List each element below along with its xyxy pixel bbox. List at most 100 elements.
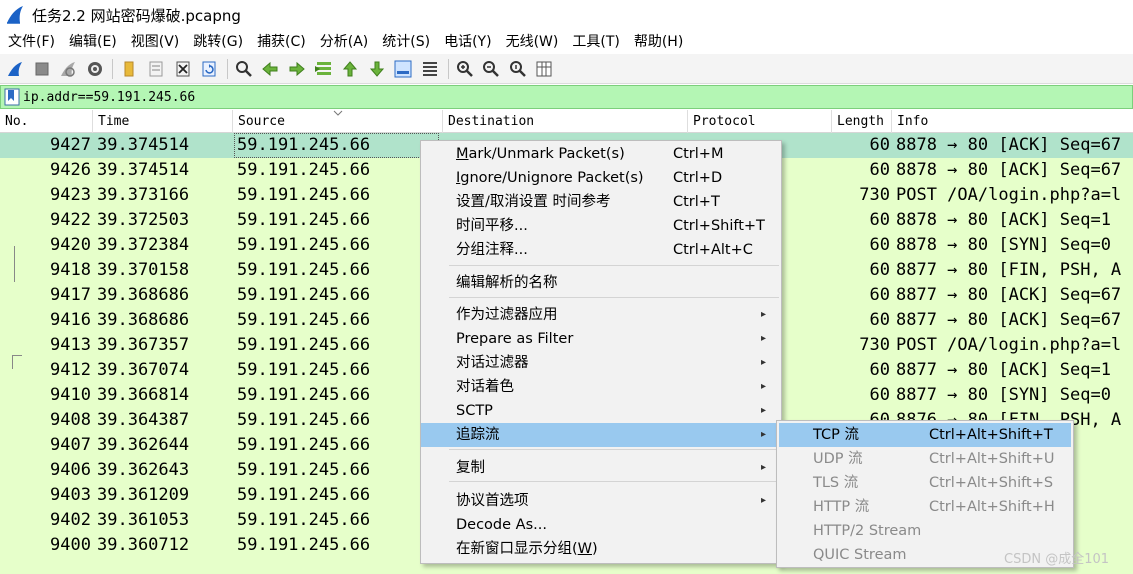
context-menu-item[interactable]: 作为过滤器应用 ▸: [421, 303, 781, 327]
packet-info-cell: 8877 → 80 [ACK] Seq=67: [896, 285, 1122, 305]
menu-item-3[interactable]: 跳转(G): [187, 30, 251, 54]
context-menu-item[interactable]: 设置/取消设置 时间参考 Ctrl+T: [421, 190, 781, 214]
resize-columns-icon[interactable]: [533, 58, 555, 80]
colorize-icon[interactable]: [419, 58, 441, 80]
context-menu-item[interactable]: 协议首选项 ▸: [421, 489, 781, 513]
context-menu-item[interactable]: 分组注释... Ctrl+Alt+C: [421, 238, 781, 262]
context-menu-item[interactable]: Decode As...: [421, 513, 781, 537]
column-header-time[interactable]: Time: [93, 110, 233, 133]
context-menu-item-label: 协议首选项: [456, 493, 529, 509]
packet-length-cell: 60: [869, 210, 890, 230]
packet-length-cell: 730: [859, 335, 890, 355]
follow-stream-item: TLS 流 Ctrl+Alt+Shift+S: [779, 471, 1071, 495]
menu-item-6[interactable]: 统计(S): [376, 30, 438, 54]
display-filter-input[interactable]: [23, 87, 1123, 107]
close-file-icon[interactable]: [172, 58, 194, 80]
column-header-info[interactable]: Info: [892, 110, 1133, 133]
context-menu-item[interactable]: Prepare as Filter ▸: [421, 327, 781, 351]
column-header-protocol[interactable]: Protocol: [688, 110, 832, 133]
menu-item-1[interactable]: 编辑(E): [63, 30, 125, 54]
packet-time-cell: 39.367074: [97, 360, 190, 380]
packet-time-cell: 39.364387: [97, 410, 190, 430]
follow-stream-shortcut: Ctrl+Alt+Shift+T: [929, 427, 1053, 443]
menu-item-0[interactable]: 文件(F): [2, 30, 63, 54]
packet-source-cell: 59.191.245.66: [237, 360, 371, 380]
column-header-destination[interactable]: Destination: [443, 110, 688, 133]
packet-length-cell: 60: [869, 235, 890, 255]
menu-item-9[interactable]: 工具(T): [566, 30, 627, 54]
packet-source-cell: 59.191.245.66: [237, 510, 371, 530]
menu-item-8[interactable]: 无线(W): [500, 30, 567, 54]
zoom-in-icon[interactable]: [454, 58, 476, 80]
zoom-normal-icon[interactable]: [507, 58, 529, 80]
packet-source-cell: 59.191.245.66: [237, 435, 371, 455]
follow-stream-item-label: HTTP 流: [813, 499, 870, 515]
context-menu-item[interactable]: 在新窗口显示分组(W): [421, 537, 781, 561]
packet-info-cell: 8878 → 80 [ACK] Seq=67: [896, 160, 1122, 180]
follow-stream-item[interactable]: TCP 流 Ctrl+Alt+Shift+T: [779, 423, 1071, 447]
follow-stream-item: UDP 流 Ctrl+Alt+Shift+U: [779, 447, 1071, 471]
packet-time-cell: 39.361209: [97, 485, 190, 505]
context-menu-item[interactable]: Ignore/Unignore Packet(s) Ctrl+D: [421, 166, 781, 190]
packet-info-cell: 8877 → 80 [SYN] Seq=0: [896, 385, 1111, 405]
packet-time-cell: 39.368686: [97, 310, 190, 330]
menu-item-2[interactable]: 视图(V): [125, 30, 188, 54]
context-menu-item[interactable]: 复制 ▸: [421, 456, 781, 480]
context-menu-item[interactable]: Mark/Unmark Packet(s) Ctrl+M: [421, 142, 781, 166]
packet-time-cell: 39.366814: [97, 385, 190, 405]
packet-length-cell: 60: [869, 285, 890, 305]
open-folder-icon[interactable]: [118, 58, 140, 80]
packet-source-cell: 59.191.245.66: [237, 160, 371, 180]
packet-info-cell: 8878 → 80 [ACK] Seq=67: [896, 135, 1122, 155]
filter-bookmark-icon[interactable]: [4, 88, 20, 106]
menu-item-10[interactable]: 帮助(H): [628, 30, 691, 54]
zoom-out-icon[interactable]: [480, 58, 502, 80]
context-menu-item[interactable]: 编辑解析的名称: [421, 271, 781, 295]
reload-file-icon[interactable]: [198, 58, 220, 80]
submenu-arrow-icon: ▸: [761, 309, 767, 320]
packet-source-cell: 59.191.245.66: [237, 485, 371, 505]
save-file-icon[interactable]: [145, 58, 167, 80]
packet-info-cell: POST /OA/login.php?a=l: [896, 335, 1122, 355]
go-first-arrow-icon[interactable]: [339, 58, 361, 80]
go-last-arrow-icon[interactable]: [366, 58, 388, 80]
packet-source-cell: 59.191.245.66: [237, 185, 371, 205]
label-suffix: ark/Unmark Packet(s): [468, 146, 625, 162]
accelerator-key: W: [577, 541, 592, 557]
menu-item-4[interactable]: 捕获(C): [251, 30, 314, 54]
capture-options-gear-icon[interactable]: [84, 58, 106, 80]
label-prefix: 在新窗口显示分组(: [456, 541, 578, 557]
shark-fin-start-icon[interactable]: [4, 58, 26, 80]
packet-context-menu: Mark/Unmark Packet(s) Ctrl+M Ignore/Unigno…: [420, 140, 782, 564]
display-filter-bar: [0, 85, 1133, 109]
menu-item-5[interactable]: 分析(A): [314, 30, 377, 54]
find-packet-icon[interactable]: [233, 58, 255, 80]
menu-item-7[interactable]: 电话(Y): [438, 30, 499, 54]
context-menu-item[interactable]: 对话过滤器 ▸: [421, 351, 781, 375]
context-menu-item[interactable]: 追踪流 ▸: [421, 423, 781, 447]
packet-list-header: No. Time Source Destination Protocol Len…: [0, 110, 1133, 133]
column-header-no[interactable]: No.: [0, 110, 93, 133]
autoscroll-icon[interactable]: [392, 58, 414, 80]
context-menu-item[interactable]: SCTP ▸: [421, 399, 781, 423]
go-back-arrow-icon[interactable]: [259, 58, 281, 80]
stop-square-icon[interactable]: [31, 58, 53, 80]
packet-no-cell: 9402: [50, 510, 91, 530]
main-toolbar: [0, 54, 1133, 84]
context-menu-item[interactable]: 对话着色 ▸: [421, 375, 781, 399]
packet-no-cell: 9416: [50, 310, 91, 330]
go-forward-arrow-icon[interactable]: [286, 58, 308, 80]
packet-info-cell: 8878 → 80 [SYN] Seq=0: [896, 235, 1111, 255]
follow-stream-submenu: TCP 流 Ctrl+Alt+Shift+T UDP 流 Ctrl+Alt+Shift…: [776, 420, 1074, 568]
go-to-packet-icon[interactable]: [313, 58, 335, 80]
context-menu-item[interactable]: 时间平移... Ctrl+Shift+T: [421, 214, 781, 238]
packet-source-cell: 59.191.245.66: [237, 235, 371, 255]
context-menu-item-label: 设置/取消设置 时间参考: [456, 194, 611, 210]
packet-time-cell: 39.368686: [97, 285, 190, 305]
accelerator-key: M: [456, 146, 469, 162]
submenu-arrow-icon: ▸: [761, 381, 767, 392]
context-menu-item-label: 对话着色: [456, 379, 514, 395]
follow-stream-shortcut: Ctrl+Alt+Shift+S: [929, 475, 1054, 491]
column-header-length[interactable]: Length: [832, 110, 892, 133]
restart-fin-icon[interactable]: [57, 58, 79, 80]
